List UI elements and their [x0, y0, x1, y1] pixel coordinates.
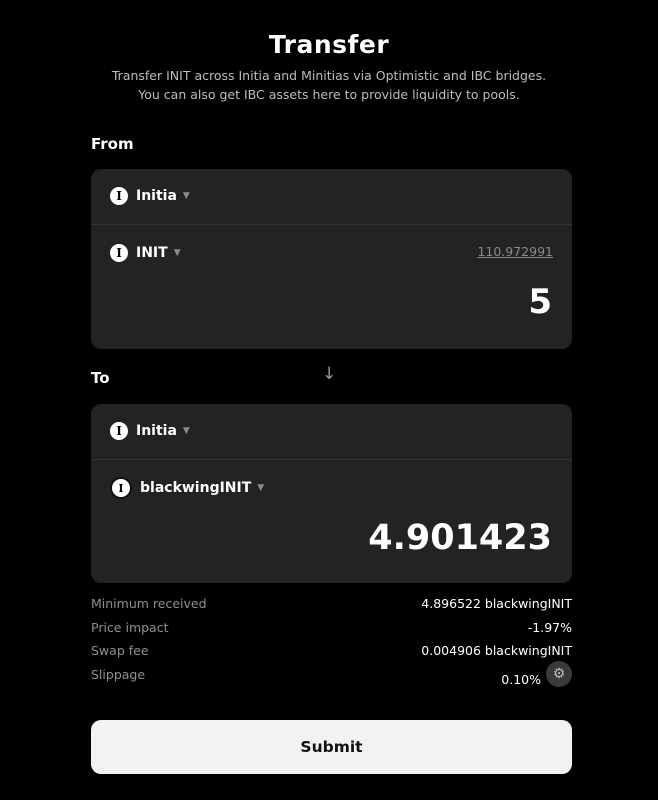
to-chain-row: I Initia ▼ [91, 404, 572, 460]
initia-logo-icon: I [110, 422, 128, 440]
submit-button[interactable]: Submit [91, 720, 572, 774]
to-token-symbol: blackwingINIT [140, 480, 252, 496]
from-card: I Initia ▼ I INIT ▼ 110.972991 5 [91, 169, 572, 349]
subtitle-line-1: Transfer INIT across Initia and Minitias… [111, 68, 547, 83]
from-label: From [91, 135, 134, 153]
swap-direction-arrow-icon[interactable]: ↓ [322, 364, 336, 384]
initia-logo-icon: I [110, 244, 128, 262]
to-label: To [91, 369, 110, 387]
min-received-label: Minimum received [91, 596, 207, 611]
slippage-settings-gear-icon[interactable]: ⚙ [546, 661, 572, 687]
to-chain-name: Initia [136, 423, 177, 439]
slippage-label: Slippage [91, 667, 146, 682]
chevron-down-icon: ▼ [182, 426, 190, 436]
min-received-row: Minimum received 4.896522 blackwingINIT [91, 596, 572, 616]
page-title: Transfer [268, 30, 390, 59]
price-impact-row: Price impact -1.97% [91, 620, 572, 640]
price-impact-label: Price impact [91, 620, 169, 635]
subtitle-line-2: You can also get IBC assets here to prov… [138, 87, 520, 102]
swap-fee-row: Swap fee 0.004906 blackwingINIT [91, 643, 572, 663]
to-chain-selector[interactable]: I Initia ▼ [110, 422, 190, 440]
from-chain-name: Initia [136, 188, 177, 204]
chevron-down-icon: ▼ [173, 248, 181, 258]
chevron-down-icon: ▼ [257, 483, 265, 493]
page-subtitle: Transfer INIT across Initia and Minitias… [0, 66, 658, 104]
from-chain-row: I Initia ▼ [91, 169, 572, 225]
from-amount-input[interactable]: 5 [528, 282, 552, 322]
price-impact-value: -1.97% [527, 620, 572, 635]
from-token-symbol: INIT [136, 245, 168, 261]
to-card: I Initia ▼ I blackwingINIT ▼ 4.901423 [91, 404, 572, 583]
blackwing-logo-icon: I [110, 477, 132, 499]
slippage-value: 0.10% [501, 672, 541, 687]
from-chain-selector[interactable]: I Initia ▼ [110, 187, 190, 205]
swap-fee-label: Swap fee [91, 643, 149, 658]
from-token-selector[interactable]: I INIT ▼ [110, 244, 181, 262]
slippage-row: Slippage 0.10% ⚙ [91, 661, 572, 687]
min-received-value: 4.896522 blackwingINIT [421, 596, 572, 611]
initia-logo-icon: I [110, 187, 128, 205]
from-balance-link[interactable]: 110.972991 [477, 244, 553, 259]
chevron-down-icon: ▼ [182, 191, 190, 201]
to-token-selector[interactable]: I blackwingINIT ▼ [110, 477, 264, 499]
to-amount-output: 4.901423 [368, 518, 552, 558]
swap-fee-value: 0.004906 blackwingINIT [421, 643, 572, 658]
